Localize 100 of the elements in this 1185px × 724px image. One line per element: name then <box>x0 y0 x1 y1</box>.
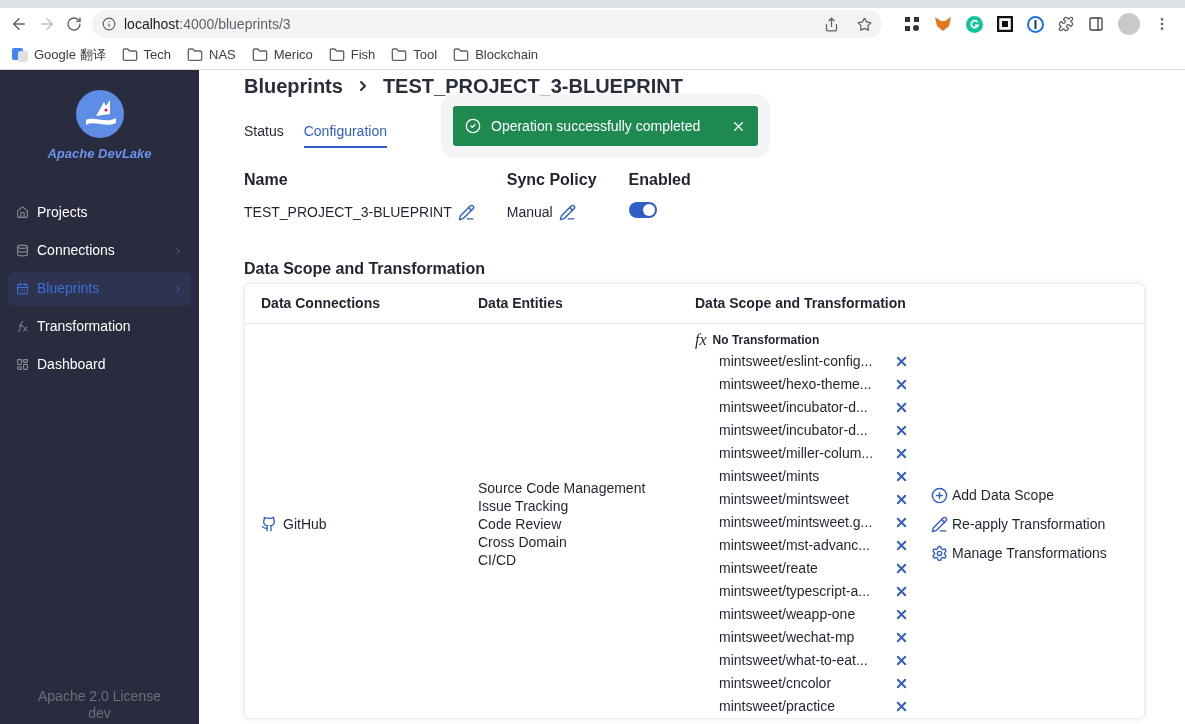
scope-name: mintsweet/incubator-d... <box>719 398 869 417</box>
column-header: Data Connections <box>261 294 381 313</box>
folder-icon <box>121 46 138 63</box>
extensions-icon[interactable] <box>1058 16 1074 32</box>
scope-name: mintsweet/eslint-config... <box>719 352 874 371</box>
remove-icon[interactable] <box>894 515 909 530</box>
share-icon[interactable] <box>824 16 839 32</box>
remove-icon[interactable] <box>894 469 909 484</box>
field-value: TEST_PROJECT_3-BLUEPRINT <box>244 203 452 222</box>
folder-icon <box>187 46 203 63</box>
entity-text: Code Review <box>478 515 563 533</box>
scope-name: mintsweet/what-to-eat... <box>719 651 869 670</box>
home-icon <box>16 206 29 219</box>
tab[interactable]: Status <box>244 121 284 148</box>
table-cell-text: GitHub <box>283 514 327 534</box>
bookmark[interactable]: Google 翻译 <box>12 44 106 65</box>
field-label: Enabled <box>628 170 691 190</box>
remove-icon[interactable] <box>894 538 909 553</box>
scope-name: mintsweet/wechat-mp <box>719 628 856 647</box>
remove-icon[interactable] <box>894 630 909 645</box>
scope-name: mintsweet/mintsweet <box>719 490 850 509</box>
github-icon <box>261 516 277 532</box>
bookmark[interactable]: Merico <box>251 44 313 65</box>
bookmark[interactable]: Tool <box>391 44 438 65</box>
remove-icon[interactable] <box>894 446 909 461</box>
side-panel-icon[interactable] <box>1088 16 1104 32</box>
back-icon[interactable] <box>10 15 28 33</box>
qr-code-icon[interactable] <box>904 16 920 32</box>
database-icon <box>16 244 29 257</box>
brand-name: Apache DevLake <box>47 145 152 163</box>
action-link[interactable]: Manage Transformations <box>931 542 1107 564</box>
reload-icon[interactable] <box>66 16 82 32</box>
calendar-icon <box>16 282 29 295</box>
bookmark[interactable]: NAS <box>187 44 236 65</box>
nav-item[interactable]: Transformation <box>8 309 191 344</box>
star-icon[interactable] <box>857 16 872 32</box>
remove-icon[interactable] <box>894 676 909 691</box>
scope-name: mintsweet/cncolor <box>719 674 833 693</box>
translate-icon <box>12 46 28 63</box>
folder-icon <box>391 46 408 63</box>
remove-icon[interactable] <box>894 377 909 392</box>
breadcrumb-link[interactable]: Blueprints <box>244 71 343 101</box>
field-label: Name <box>244 170 289 190</box>
column-header: Data Scope and Transformation <box>695 294 906 313</box>
nav-item[interactable]: Projects <box>8 195 191 230</box>
scope-name: mintsweet/practice <box>719 697 836 716</box>
field-value: Manual <box>506 203 553 222</box>
footer-text: Apache 2.0 License <box>38 688 161 705</box>
action-link[interactable]: Add Data Scope <box>931 484 1107 506</box>
folder-icon <box>328 46 345 63</box>
function-icon <box>16 320 29 333</box>
scope-name: mintsweet/mintsweet.g... <box>719 513 874 532</box>
add-icon <box>931 486 948 504</box>
dashboard-icon <box>16 358 29 371</box>
toggle-switch[interactable] <box>628 202 657 218</box>
section-title: Data Scope and Transformation <box>244 259 486 279</box>
bookmark[interactable]: Tech <box>121 44 171 65</box>
footer-text: dev <box>88 705 111 722</box>
tab[interactable]: Configuration <box>303 121 387 148</box>
scope-name: mintsweet/mints <box>719 467 821 486</box>
field-label: Sync Policy <box>506 170 597 190</box>
bookmark[interactable]: Fish <box>328 44 376 65</box>
scope-name: mintsweet/typescript-a... <box>719 582 871 601</box>
page-title: TEST_PROJECT_3-BLUEPRINT <box>382 74 683 99</box>
entity-text: Source Code Management <box>478 479 647 497</box>
scope-name: mintsweet/reate <box>719 559 819 578</box>
action-link[interactable]: Re-apply Transformation <box>931 513 1107 535</box>
info-icon <box>102 17 116 31</box>
logo-icon <box>75 90 124 138</box>
transformation-label: No Transformation <box>712 332 820 349</box>
settings-icon <box>931 544 948 562</box>
url-text: localhost:4000/blueprints/3 <box>124 14 292 34</box>
fox-icon[interactable] <box>934 16 952 32</box>
nav-item[interactable]: Dashboard <box>8 347 191 382</box>
entity-text: CI/CD <box>478 551 518 569</box>
folder-icon <box>453 46 470 63</box>
nav-item[interactable]: Connections <box>8 233 191 268</box>
remove-icon[interactable] <box>894 607 909 622</box>
scope-name: mintsweet/incubator-d... <box>719 421 869 440</box>
remove-icon[interactable] <box>894 653 909 668</box>
bookmark[interactable]: Blockchain <box>453 44 539 65</box>
success-icon <box>465 118 481 134</box>
remove-icon[interactable] <box>894 561 909 576</box>
password-icon[interactable] <box>1027 15 1044 33</box>
remove-icon[interactable] <box>894 400 909 415</box>
scope-name: mintsweet/mst-advanc... <box>719 536 871 555</box>
address-bar[interactable]: localhost:4000/blueprints/3 <box>92 10 882 38</box>
folder-icon <box>251 46 268 63</box>
remove-icon[interactable] <box>894 423 909 438</box>
remove-icon[interactable] <box>894 699 909 714</box>
edit-icon[interactable] <box>457 204 475 221</box>
remove-icon[interactable] <box>894 584 909 599</box>
remove-icon[interactable] <box>894 492 909 507</box>
remove-icon[interactable] <box>894 354 909 369</box>
column-header: Data Entities <box>478 294 564 313</box>
scope-name: mintsweet/weapp-one <box>719 605 857 624</box>
scope-name: mintsweet/miller-colum... <box>719 444 875 463</box>
edit-icon <box>931 515 948 533</box>
scope-name: mintsweet/hexo-theme... <box>719 375 873 394</box>
edit-icon[interactable] <box>558 204 576 221</box>
